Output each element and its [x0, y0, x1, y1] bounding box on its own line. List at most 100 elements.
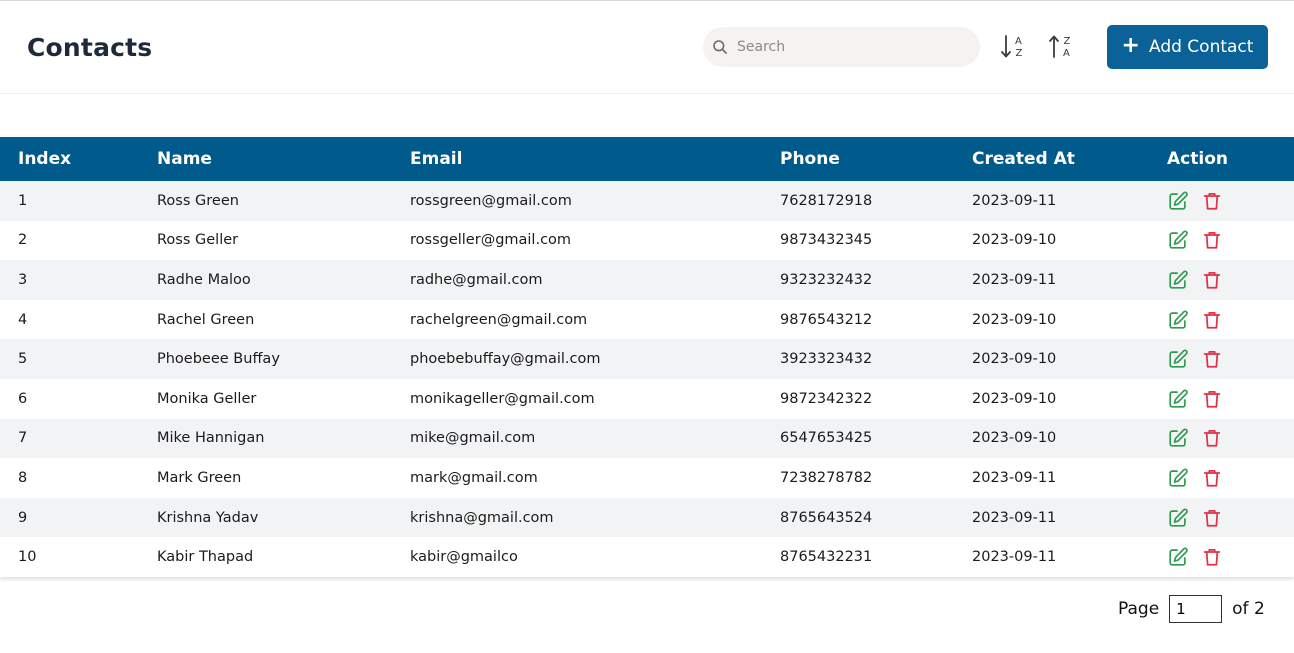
- contacts-table: Index Name Email Phone Created At Action…: [0, 137, 1294, 577]
- edit-icon[interactable]: [1167, 190, 1189, 212]
- cell-email: rachelgreen@gmail.com: [410, 311, 588, 328]
- cell-phone: 3923323432: [780, 351, 873, 368]
- cell-created-at: 2023-09-11: [972, 271, 1057, 288]
- cell-email: kabir@gmailco: [410, 549, 518, 566]
- column-header-created-at[interactable]: Created At: [954, 137, 1149, 181]
- cell-email: mark@gmail.com: [410, 469, 538, 486]
- cell-index: 6: [18, 390, 28, 407]
- cell-index: 4: [18, 311, 28, 328]
- cell-name: Krishna Yadav: [157, 509, 259, 526]
- cell-action: [1149, 260, 1294, 300]
- column-header-phone[interactable]: Phone: [762, 137, 954, 181]
- svg-text:A: A: [1063, 48, 1070, 59]
- cell-name: Mike Hannigan: [157, 430, 265, 447]
- cell-created-at: 2023-09-11: [972, 192, 1057, 209]
- edit-icon[interactable]: [1167, 427, 1189, 449]
- cell-email: mike@gmail.com: [410, 430, 536, 447]
- cell-name: Rachel Green: [157, 311, 255, 328]
- page-total-label: of 2: [1232, 599, 1265, 619]
- cell-phone: 7628172918: [780, 192, 873, 209]
- edit-icon[interactable]: [1167, 269, 1189, 291]
- table-row: 1 Ross Green rossgreen@gmail.com 7628172918…: [0, 181, 1294, 221]
- svg-text:Z: Z: [1016, 48, 1023, 59]
- sort-alpha-up-icon[interactable]: Z A: [1047, 31, 1077, 63]
- cell-index: 3: [18, 271, 28, 288]
- page-title: Contacts: [27, 33, 153, 62]
- cell-phone: 6547653425: [780, 430, 873, 447]
- cell-created-at: 2023-09-11: [972, 549, 1057, 566]
- cell-created-at: 2023-09-10: [972, 390, 1057, 407]
- cell-name: Mark Green: [157, 469, 242, 486]
- cell-phone: 9872342322: [780, 390, 873, 407]
- delete-icon[interactable]: [1201, 388, 1223, 410]
- cell-phone: 9876543212: [780, 311, 873, 328]
- edit-icon[interactable]: [1167, 229, 1189, 251]
- cell-email: radhe@gmail.com: [410, 271, 543, 288]
- cell-action: [1149, 379, 1294, 419]
- cell-index: 5: [18, 351, 28, 368]
- sort-alpha-down-icon[interactable]: A Z: [999, 31, 1029, 63]
- edit-icon[interactable]: [1167, 309, 1189, 331]
- edit-icon[interactable]: [1167, 507, 1189, 529]
- delete-icon[interactable]: [1201, 269, 1223, 291]
- search-input[interactable]: [737, 35, 967, 59]
- add-contact-label: Add Contact: [1148, 37, 1254, 57]
- cell-email: rossgeller@gmail.com: [410, 232, 572, 249]
- cell-email: monikageller@gmail.com: [410, 390, 595, 407]
- delete-icon[interactable]: [1201, 348, 1223, 370]
- column-header-action: Action: [1167, 149, 1228, 169]
- cell-index: 7: [18, 430, 28, 447]
- cell-phone: 9323232432: [780, 271, 873, 288]
- delete-icon[interactable]: [1201, 507, 1223, 529]
- cell-index: 1: [18, 192, 28, 209]
- cell-created-at: 2023-09-11: [972, 469, 1057, 486]
- column-header-name[interactable]: Name: [139, 137, 392, 181]
- cell-index: 10: [18, 549, 37, 566]
- column-header-index[interactable]: Index: [0, 137, 139, 181]
- delete-icon[interactable]: [1201, 229, 1223, 251]
- delete-icon[interactable]: [1201, 190, 1223, 212]
- cell-created-at: 2023-09-11: [972, 509, 1057, 526]
- table-row: 4 Rachel Green rachelgreen@gmail.com 987654…: [0, 299, 1294, 340]
- search-box[interactable]: [703, 27, 980, 67]
- cell-name: Ross Geller: [157, 232, 239, 249]
- cell-action: [1149, 458, 1294, 498]
- edit-icon[interactable]: [1167, 348, 1189, 370]
- cell-email: krishna@gmail.com: [410, 509, 554, 526]
- cell-action: [1149, 221, 1294, 261]
- cell-name: Kabir Thapad: [157, 549, 254, 566]
- cell-index: 2: [18, 232, 28, 249]
- delete-icon[interactable]: [1201, 309, 1223, 331]
- pagination: Page of 2: [1118, 595, 1265, 623]
- cell-action: [1149, 498, 1294, 538]
- cell-phone: 9873432345: [780, 232, 873, 249]
- cell-phone: 8765432231: [780, 549, 873, 566]
- cell-email: rossgreen@gmail.com: [410, 192, 572, 209]
- cell-action: [1149, 300, 1294, 340]
- delete-icon[interactable]: [1201, 546, 1223, 568]
- edit-icon[interactable]: [1167, 388, 1189, 410]
- cell-email: phoebebuffay@gmail.com: [410, 351, 601, 368]
- delete-icon[interactable]: [1201, 427, 1223, 449]
- add-contact-button[interactable]: + Add Contact: [1107, 25, 1268, 69]
- svg-text:A: A: [1015, 36, 1022, 47]
- search-icon: [713, 40, 727, 54]
- cell-index: 9: [18, 509, 28, 526]
- column-header-email[interactable]: Email: [392, 137, 762, 181]
- delete-icon[interactable]: [1201, 467, 1223, 489]
- table-row: 5 Phoebeee Buffay phoebebuffay@gmail.com 39…: [0, 339, 1294, 379]
- edit-icon[interactable]: [1167, 546, 1189, 568]
- page-label: Page: [1118, 599, 1160, 619]
- edit-icon[interactable]: [1167, 467, 1189, 489]
- cell-created-at: 2023-09-10: [972, 430, 1057, 447]
- page-header: Contacts A Z Z A + Add Contact: [0, 1, 1294, 94]
- table-row: 7 Mike Hannigan mike@gmail.com 6547653425 20…: [0, 418, 1294, 459]
- cell-name: Phoebeee Buffay: [157, 351, 280, 368]
- cell-phone: 8765643524: [780, 509, 873, 526]
- cell-created-at: 2023-09-10: [972, 311, 1057, 328]
- page-number-input[interactable]: [1169, 595, 1223, 623]
- cell-created-at: 2023-09-10: [972, 232, 1057, 249]
- cell-action: [1149, 339, 1294, 379]
- cell-name: Monika Geller: [157, 390, 257, 407]
- cell-name: Ross Green: [157, 192, 239, 209]
